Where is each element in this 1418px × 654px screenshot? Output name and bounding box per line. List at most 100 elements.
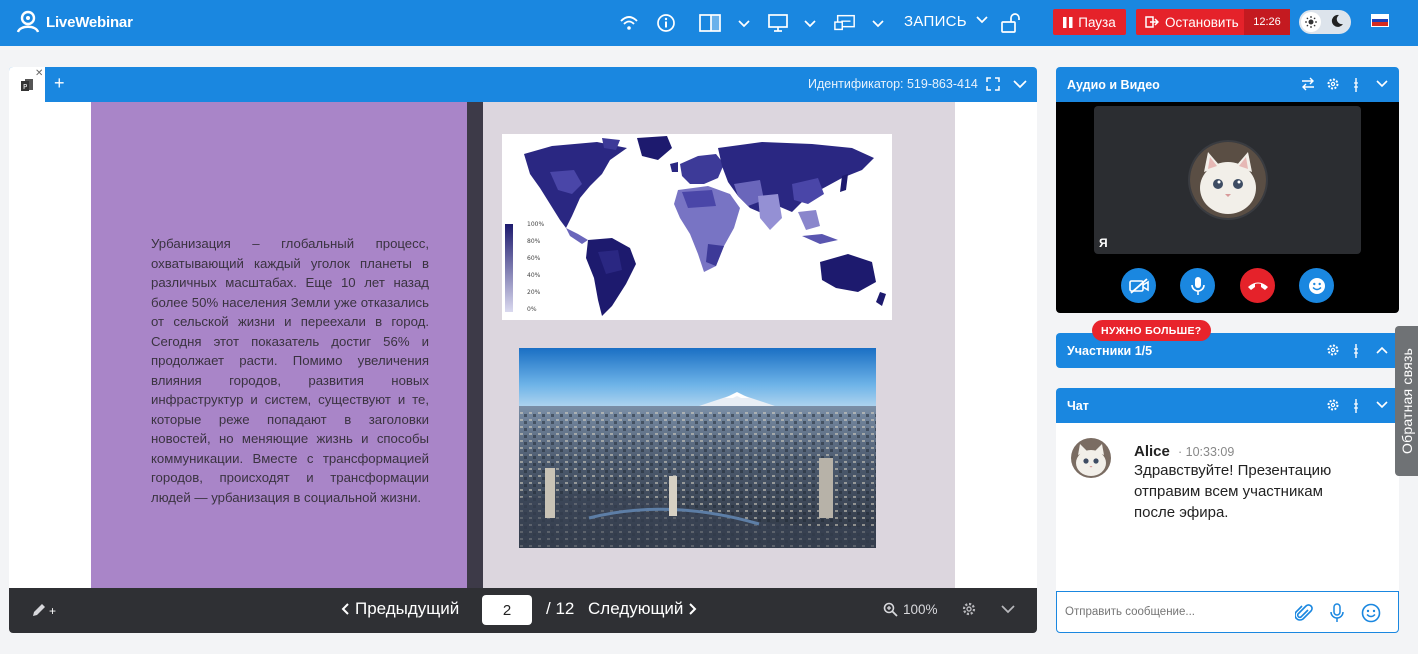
annotate-button[interactable]: + [31,602,56,618]
zoom-level: 100% [903,602,938,617]
swap-icon[interactable] [1301,77,1315,91]
drag-icon[interactable] [1353,398,1359,414]
slide-image-column: 100% 80% 60% 40% 20% 0% [483,102,955,588]
previous-page-button[interactable]: Предыдущий [341,599,459,619]
close-icon[interactable]: ✕ [35,68,43,79]
avatar [1071,438,1111,478]
fullscreen-icon[interactable] [985,76,1001,92]
participants-title: Участники 1/5 [1067,344,1153,358]
slide-text-column: Урбанизация – глобальный процесс, охваты… [91,102,467,588]
legend-label: 100% [527,221,545,228]
upgrade-badge[interactable]: НУЖНО БОЛЬШЕ? [1092,320,1211,341]
next-label: Следующий [588,599,684,618]
leave-call-button[interactable] [1240,268,1275,303]
emoji-icon [1308,277,1325,294]
page-number-input[interactable] [482,595,532,625]
reactions-button[interactable] [1299,268,1334,303]
moon-icon [1331,14,1343,27]
audio-video-title: Аудио и Видео [1067,78,1160,92]
screen-share-icon[interactable] [767,12,789,34]
zoom-control[interactable]: 100% [883,602,938,617]
attachment-icon[interactable] [1295,603,1313,623]
chevron-down-icon[interactable] [1000,602,1016,616]
slide-body-text: Урбанизация – глобальный процесс, охваты… [151,236,429,505]
legend-label: 20% [527,289,541,296]
total-pages: / 12 [546,599,575,618]
feedback-label: Обратная связь [1398,348,1415,454]
document-icon: P [21,78,33,91]
city-photo [519,348,876,548]
theme-toggle[interactable] [1299,10,1351,34]
legend-label: 80% [527,238,541,245]
drag-icon[interactable] [1353,343,1359,359]
session-identifier: Идентификатор: 519-863-414 [808,77,978,91]
chevron-right-icon [689,603,697,615]
avatar [1190,142,1266,218]
self-video-tile[interactable]: Я [1094,106,1361,254]
record-label: ЗАПИСЬ [904,13,967,30]
world-map-image: 100% 80% 60% 40% 20% 0% [502,134,892,320]
legend-label: 0% [527,306,537,313]
gear-icon[interactable] [1326,77,1340,91]
toggle-microphone-button[interactable] [1180,268,1215,303]
chevron-down-icon[interactable] [1375,398,1389,412]
chat-body: Alice · 10:33:09 Здравствуйте! Презентац… [1056,423,1399,633]
chevron-down-icon[interactable] [1375,77,1389,91]
map-legend: 100% 80% 60% 40% 20% 0% [505,221,544,313]
toggle-camera-button[interactable] [1121,268,1156,303]
chevron-down-icon[interactable] [1012,77,1028,91]
camera-off-icon [1128,277,1149,294]
svg-text:P: P [23,83,27,91]
exit-icon [1145,16,1159,28]
legend-label: 40% [527,272,541,279]
gear-icon[interactable] [961,601,977,617]
zoom-icon [883,602,898,617]
logo[interactable]: LiveWebinar [16,10,133,34]
presentation-header: P ✕ + Идентификатор: 519-863-414 [9,67,1037,102]
chat-title: Чат [1067,399,1089,413]
emoji-icon[interactable] [1361,603,1381,623]
previous-label: Предыдущий [355,599,460,618]
legend-label: 60% [527,255,541,262]
chevron-down-icon[interactable] [871,14,885,32]
add-tab-button[interactable]: + [54,73,65,94]
presentation-panel: P ✕ + Идентификатор: 519-863-414 Урбаниз… [9,67,1037,633]
pen-icon [33,604,45,616]
layout-icon[interactable] [699,12,721,34]
chevron-down-icon[interactable] [803,14,817,32]
microphone-icon [1190,276,1205,295]
sun-icon [1301,12,1321,32]
whiteboard-icon[interactable] [834,12,856,34]
chat-composer [1056,591,1399,633]
gear-icon[interactable] [1326,343,1340,357]
chat-header: Чат [1056,388,1399,423]
pause-label: Пауза [1078,14,1116,30]
stop-button[interactable]: Остановить 12:26 [1136,9,1290,35]
chevron-down-icon [976,16,989,24]
pause-button[interactable]: Пауза [1053,9,1126,35]
hangup-icon [1247,282,1268,290]
self-video-label: Я [1099,236,1108,250]
presentation-footer: + Предыдущий / 12 Следующий 100% [9,588,1037,633]
message-author: Alice [1134,443,1170,460]
record-menu[interactable]: ЗАПИСЬ [904,13,989,30]
chevron-left-icon [341,603,349,615]
logo-icon [16,10,40,33]
ru-flag-icon[interactable] [1371,14,1389,27]
message-timestamp: 10:33:09 [1185,445,1235,459]
microphone-icon[interactable] [1330,603,1344,623]
gear-icon[interactable] [1326,398,1340,412]
feedback-tab[interactable]: Обратная связь [1395,326,1418,476]
next-page-button[interactable]: Следующий [588,599,697,619]
slide-canvas: Урбанизация – глобальный процесс, охваты… [9,102,1037,588]
stop-label: Остановить [1165,14,1239,30]
wifi-icon[interactable] [618,12,640,34]
chevron-up-icon[interactable] [1375,343,1389,357]
pause-icon [1063,16,1073,28]
info-icon[interactable] [655,12,677,34]
drag-icon[interactable] [1353,77,1359,93]
slide-divider [467,102,483,588]
chevron-down-icon[interactable] [737,14,751,32]
lock-icon[interactable] [999,12,1021,34]
chat-message-input[interactable] [1065,600,1285,624]
